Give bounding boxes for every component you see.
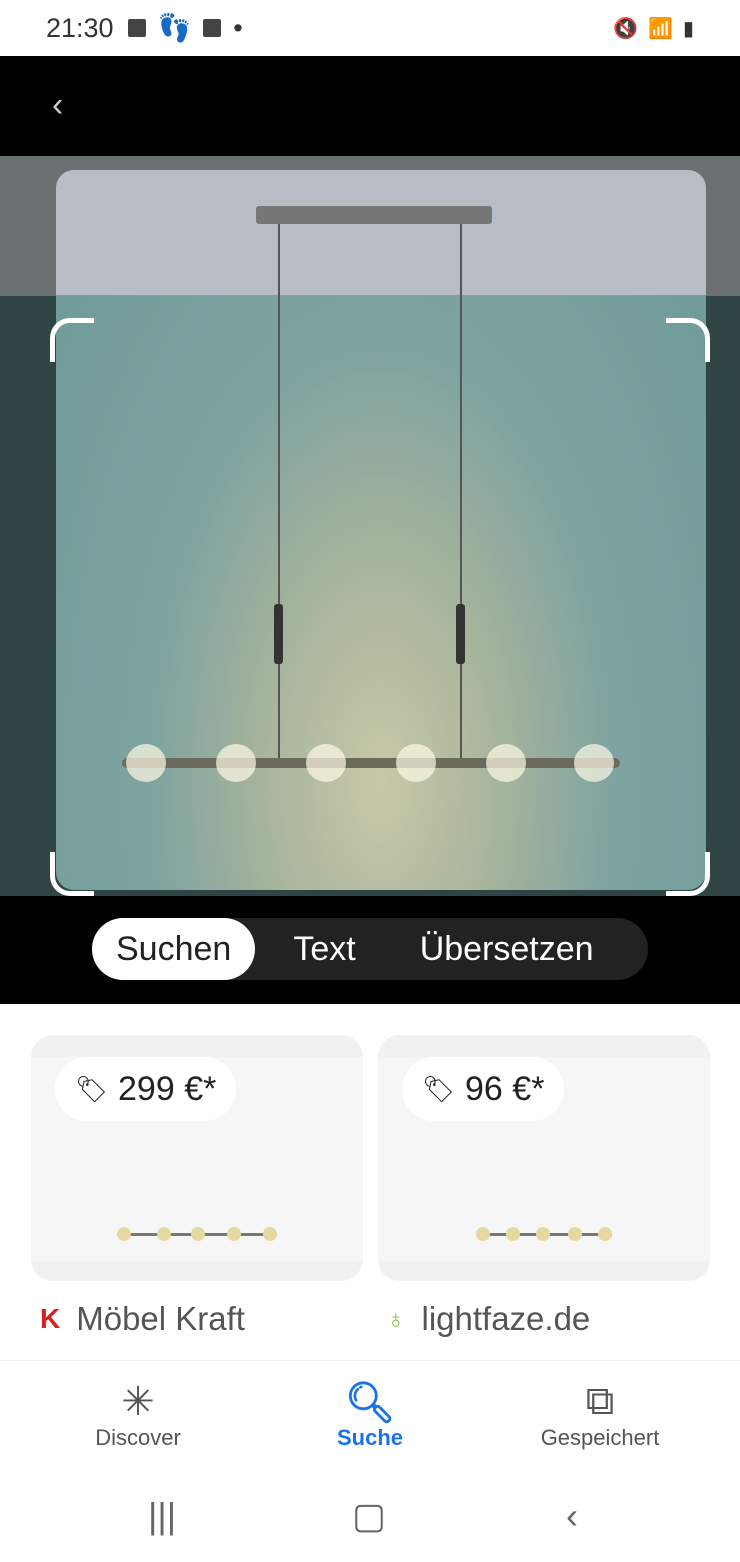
- mode-switcher: Suchen Text Übersetzen: [0, 896, 740, 1004]
- tag-icon: 🏷: [75, 1073, 109, 1104]
- result-source[interactable]: ♁ lightfaze.de: [386, 1300, 590, 1338]
- system-nav: ||| ▢ ‹: [0, 1475, 740, 1562]
- asterisk-icon: ✳: [121, 1380, 155, 1424]
- dot-icon: •: [233, 12, 243, 43]
- crop-region[interactable]: [56, 170, 706, 890]
- crop-handle[interactable]: [50, 318, 94, 362]
- bottom-nav: ✳ Discover 🔍︎ Suche ⧉ Gespeichert: [0, 1360, 740, 1470]
- back-nav-icon[interactable]: ‹: [566, 1495, 578, 1537]
- mute-icon: 🔇: [613, 17, 639, 40]
- crop-handle[interactable]: [666, 318, 710, 362]
- battery-icon: ▮: [682, 17, 694, 40]
- search-icon: 🔍︎: [344, 1381, 396, 1425]
- search-image[interactable]: [0, 156, 740, 896]
- price-badge: 🏷 299 €*: [55, 1057, 237, 1121]
- price-badge: 🏷 96 €*: [402, 1057, 565, 1121]
- result-card[interactable]: 🏷 299 €*: [31, 1035, 363, 1281]
- nav-discover[interactable]: ✳ Discover: [38, 1379, 238, 1451]
- recents-icon[interactable]: |||: [148, 1495, 176, 1537]
- lamp-canopy: [256, 206, 492, 224]
- crop-handle[interactable]: [50, 852, 94, 896]
- nav-gespeichert[interactable]: ⧉ Gespeichert: [500, 1379, 700, 1451]
- steps-icon: 👣: [157, 13, 192, 43]
- tab-uebersetzen[interactable]: Übersetzen: [396, 918, 618, 980]
- home-icon[interactable]: ▢: [352, 1495, 386, 1537]
- lightbulb-icon: ♁: [386, 1303, 406, 1334]
- result-source[interactable]: K Möbel Kraft: [40, 1300, 245, 1338]
- news-icon: [203, 19, 222, 37]
- tab-suchen[interactable]: Suchen: [92, 918, 256, 980]
- result-card[interactable]: 🏷 96 €*: [378, 1035, 710, 1281]
- tab-text[interactable]: Text: [269, 918, 379, 980]
- back-icon[interactable]: ‹: [52, 86, 63, 125]
- clock: 21:30: [46, 12, 114, 43]
- bookmarks-icon: ⧉: [585, 1379, 615, 1423]
- tag-icon: 🏷: [422, 1073, 456, 1104]
- lamp-bar: [122, 758, 620, 768]
- wifi-icon: 📶: [648, 17, 673, 40]
- status-bar: 21:30 👣 • 🔇 📶 ▮: [0, 0, 740, 56]
- top-bar: ‹: [0, 56, 740, 156]
- crop-handle[interactable]: [666, 852, 710, 896]
- moebel-kraft-logo: K: [40, 1303, 61, 1334]
- nav-suche[interactable]: 🔍︎ Suche: [270, 1379, 470, 1451]
- gallery-icon: [127, 19, 146, 37]
